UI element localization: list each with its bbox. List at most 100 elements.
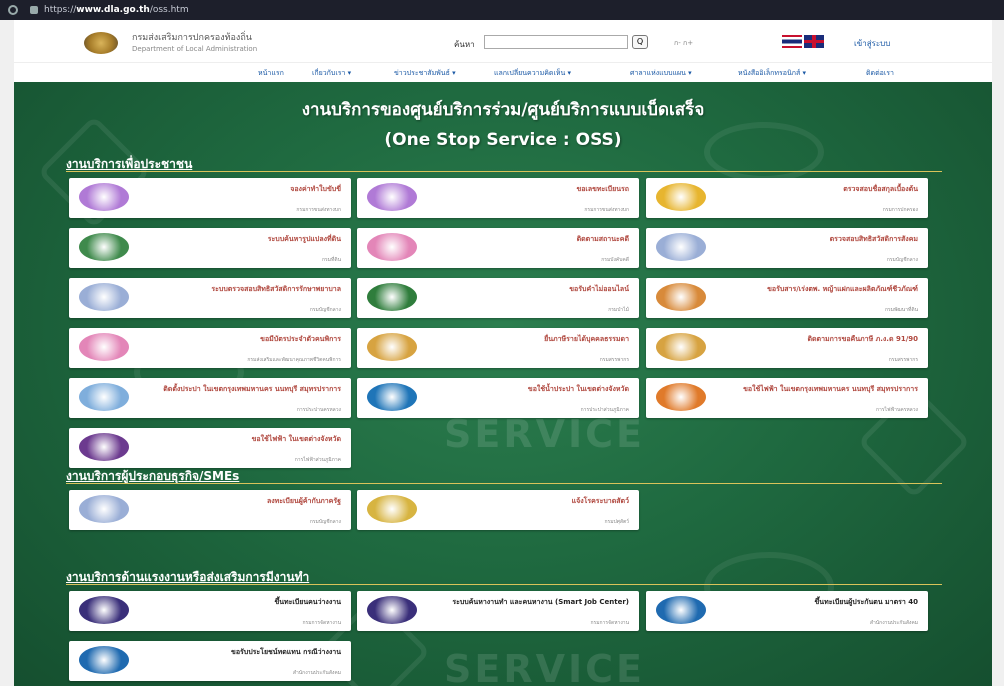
- service-card[interactable]: ระบบค้นหารูปแปลงที่ดินกรมที่ดิน: [69, 228, 351, 268]
- agency-logo: [79, 233, 129, 261]
- service-title[interactable]: ขอรับคำไม่ออนไลน์: [429, 285, 629, 294]
- service-card[interactable]: ลงทะเบียนผู้ค้ากับภาครัฐ กรมบัญชีกลาง: [69, 490, 351, 530]
- service-title[interactable]: ยื่นภาษีรายได้บุคคลธรรมดา: [429, 335, 629, 344]
- service-card[interactable]: ขอมีบัตรประจำตัวคนพิการ กรมส่งเสริมและพัฒ…: [69, 328, 351, 368]
- org-name-th: กรมส่งเสริมการปกครองท้องถิ่น: [132, 33, 252, 43]
- service-card[interactable]: ขอใช้ไฟฟ้า ในเขตต่างจังหวัดการไฟฟ้าส่วนภ…: [69, 428, 351, 468]
- service-title[interactable]: ติดตามการขอคืนภาษี ภ.ง.ด 91/90: [718, 335, 918, 344]
- service-title[interactable]: ขึ้นทะเบียนผู้ประกันตน มาตรา 40: [718, 598, 918, 607]
- service-title[interactable]: ระบบค้นหารูปแปลงที่ดิน: [141, 235, 341, 244]
- section-divider: [66, 171, 942, 172]
- service-card[interactable]: ยื่นภาษีรายได้บุคคลธรรมดากรมสรรพากร: [357, 328, 639, 368]
- nav-news[interactable]: ข่าวประชาสัมพันธ์ ▾: [394, 68, 456, 79]
- agency-name: กรมสรรพากร: [599, 357, 629, 363]
- lock-icon: [30, 6, 38, 14]
- service-card[interactable]: ตรวจสอบสิทธิสวัสดิการสังคมกรมบัญชีกลาง: [646, 228, 928, 268]
- service-card[interactable]: ระบบตรวจสอบสิทธิสวัสดิการรักษาพยาบาล กรมบ…: [69, 278, 351, 318]
- service-title[interactable]: ระบบตรวจสอบสิทธิสวัสดิการรักษาพยาบาล: [141, 285, 341, 294]
- service-card[interactable]: ระบบค้นหางานทำ และคนหางาน (Smart Job Cen…: [357, 591, 639, 631]
- service-card[interactable]: ขอใช้ไฟฟ้า ในเขตกรุงเทพมหานคร นนทบุรี สม…: [646, 378, 928, 418]
- agency-name: การไฟฟ้าส่วนภูมิภาค: [294, 457, 341, 463]
- service-title[interactable]: ลงทะเบียนผู้ค้ากับภาครัฐ: [141, 497, 341, 506]
- service-title[interactable]: ขอใช้ไฟฟ้า ในเขตต่างจังหวัด: [141, 435, 341, 444]
- agency-logo: [656, 233, 706, 261]
- service-card[interactable]: ขอรับสาร/เร่งตพ. หญ้าแฝกและผลิตภัณฑ์ชีวภ…: [646, 278, 928, 318]
- service-title[interactable]: ติดตั้งประปา ในเขตกรุงเทพมหานคร นนทบุรี …: [141, 385, 341, 394]
- agency-logo: [79, 596, 129, 624]
- dla-logo[interactable]: [84, 32, 118, 54]
- agency-name: กรมสรรพากร: [888, 357, 918, 363]
- nav-blueprints[interactable]: ศาลาแห่งแบบแผน ▾: [630, 68, 692, 79]
- service-card[interactable]: ติดตั้งประปา ในเขตกรุงเทพมหานคร นนทบุรี …: [69, 378, 351, 418]
- agency-logo: [79, 383, 129, 411]
- url-text[interactable]: https://www.dla.go.th/oss.htm: [44, 5, 189, 15]
- agency-logo: [656, 596, 706, 624]
- agency-name: กรมการขนส่งทางบก: [584, 207, 629, 213]
- service-card[interactable]: แจ้งโรคระบาดสัตว์ กรมปศุสัตว์: [357, 490, 639, 530]
- service-card[interactable]: ขอรับประโยชน์ทดแทน กรณีว่างงาน สำนักงานปร…: [69, 641, 351, 681]
- agency-name: กรมบัญชีกลาง: [886, 257, 918, 263]
- oss-hero: SERVICE SERVICE งานบริการของศูนย์บริการร…: [14, 82, 992, 686]
- agency-logo: [367, 596, 417, 624]
- agency-name: กรมการจัดหางาน: [590, 620, 629, 626]
- agency-logo: [367, 283, 417, 311]
- nav-contact[interactable]: ติดต่อเรา: [866, 68, 894, 79]
- agency-name: การไฟฟ้านครหลวง: [876, 407, 918, 413]
- browser-address-bar[interactable]: https://www.dla.go.th/oss.htm: [0, 0, 1004, 20]
- service-card[interactable]: ขึ้นทะเบียนผู้ประกันตน มาตรา 40 สำนักงานป…: [646, 591, 928, 631]
- agency-logo: [79, 495, 129, 523]
- service-card[interactable]: ติดตามสถานะคดี กรมบังคับคดี: [357, 228, 639, 268]
- service-card[interactable]: ขึ้นทะเบียนคนว่างงานกรมการจัดหางาน: [69, 591, 351, 631]
- uk-flag-icon[interactable]: [804, 35, 824, 48]
- site-name: กรมส่งเสริมการปกครองท้องถิ่น Department …: [132, 33, 257, 55]
- agency-logo: [367, 495, 417, 523]
- login-link[interactable]: เข้าสู่ระบบ: [854, 37, 890, 50]
- service-watermark: SERVICE: [444, 412, 645, 456]
- service-card[interactable]: ขอใช้น้ำประปา ในเขตต่างจังหวัดการประปาส่…: [357, 378, 639, 418]
- search-button[interactable]: Q: [632, 35, 648, 49]
- agency-name: กรมการจัดหางาน: [302, 620, 341, 626]
- service-title[interactable]: ติดตามสถานะคดี: [429, 235, 629, 244]
- reload-icon[interactable]: [8, 5, 18, 15]
- agency-name: การประปาส่วนภูมิภาค: [580, 407, 629, 413]
- service-title[interactable]: ขอรับสาร/เร่งตพ. หญ้าแฝกและผลิตภัณฑ์ชีวภ…: [718, 285, 918, 294]
- agency-name: กรมที่ดิน: [322, 257, 341, 263]
- nav-forum[interactable]: แลกเปลี่ยนความคิดเห็น ▾: [494, 68, 571, 79]
- agency-logo: [79, 433, 129, 461]
- search-label: ค้นหา: [454, 40, 475, 49]
- agency-logo: [656, 333, 706, 361]
- nav-about[interactable]: เกี่ยวกับเรา ▾: [312, 68, 351, 79]
- service-title[interactable]: ขอเลขทะเบียนรถ: [429, 185, 629, 194]
- service-title[interactable]: แจ้งโรคระบาดสัตว์: [429, 497, 629, 506]
- nav-home[interactable]: หน้าแรก: [258, 68, 284, 79]
- agency-logo: [367, 233, 417, 261]
- service-title[interactable]: จองค่าทำใบขับขี่: [141, 185, 341, 194]
- agency-name: การประปานครหลวง: [296, 407, 341, 413]
- agency-name: กรมการขนส่งทางบก: [296, 207, 341, 213]
- section-divider: [66, 584, 942, 585]
- service-title[interactable]: ขอใช้น้ำประปา ในเขตต่างจังหวัด: [429, 385, 629, 394]
- service-card[interactable]: จองค่าทำใบขับขี่กรมการขนส่งทางบก: [69, 178, 351, 218]
- service-card[interactable]: ขอเลขทะเบียนรถกรมการขนส่งทางบก: [357, 178, 639, 218]
- nav-ebooks[interactable]: หนังสืออิเล็กทรอนิกส์ ▾: [738, 68, 806, 79]
- service-card[interactable]: ตรวจสอบชื่อสกุลเบื้องต้น กรมการปกครอง: [646, 178, 928, 218]
- org-name-en: Department of Local Administration: [132, 45, 258, 53]
- service-title[interactable]: ขอรับประโยชน์ทดแทน กรณีว่างงาน: [141, 648, 341, 657]
- thai-flag-icon[interactable]: [782, 35, 802, 48]
- search-input[interactable]: [484, 35, 628, 49]
- agency-logo: [367, 383, 417, 411]
- agency-logo: [79, 283, 129, 311]
- agency-logo: [367, 333, 417, 361]
- agency-logo: [367, 183, 417, 211]
- service-title[interactable]: ตรวจสอบสิทธิสวัสดิการสังคม: [718, 235, 918, 244]
- service-title[interactable]: ตรวจสอบชื่อสกุลเบื้องต้น: [718, 185, 918, 194]
- agency-logo: [79, 183, 129, 211]
- service-title[interactable]: ขึ้นทะเบียนคนว่างงาน: [141, 598, 341, 607]
- service-card[interactable]: ขอรับคำไม่ออนไลน์ กรมป่าไม้: [357, 278, 639, 318]
- service-title[interactable]: ระบบค้นหางานทำ และคนหางาน (Smart Job Cen…: [429, 598, 629, 607]
- page-title: งานบริการของศูนย์บริการร่วม/ศูนย์บริการแ…: [301, 100, 705, 120]
- service-title[interactable]: ขอมีบัตรประจำตัวคนพิการ: [141, 335, 341, 344]
- font-size-controls[interactable]: ก- ก+: [674, 38, 693, 49]
- service-title[interactable]: ขอใช้ไฟฟ้า ในเขตกรุงเทพมหานคร นนทบุรี สม…: [718, 385, 918, 394]
- service-card[interactable]: ติดตามการขอคืนภาษี ภ.ง.ด 91/90 กรมสรรพากร: [646, 328, 928, 368]
